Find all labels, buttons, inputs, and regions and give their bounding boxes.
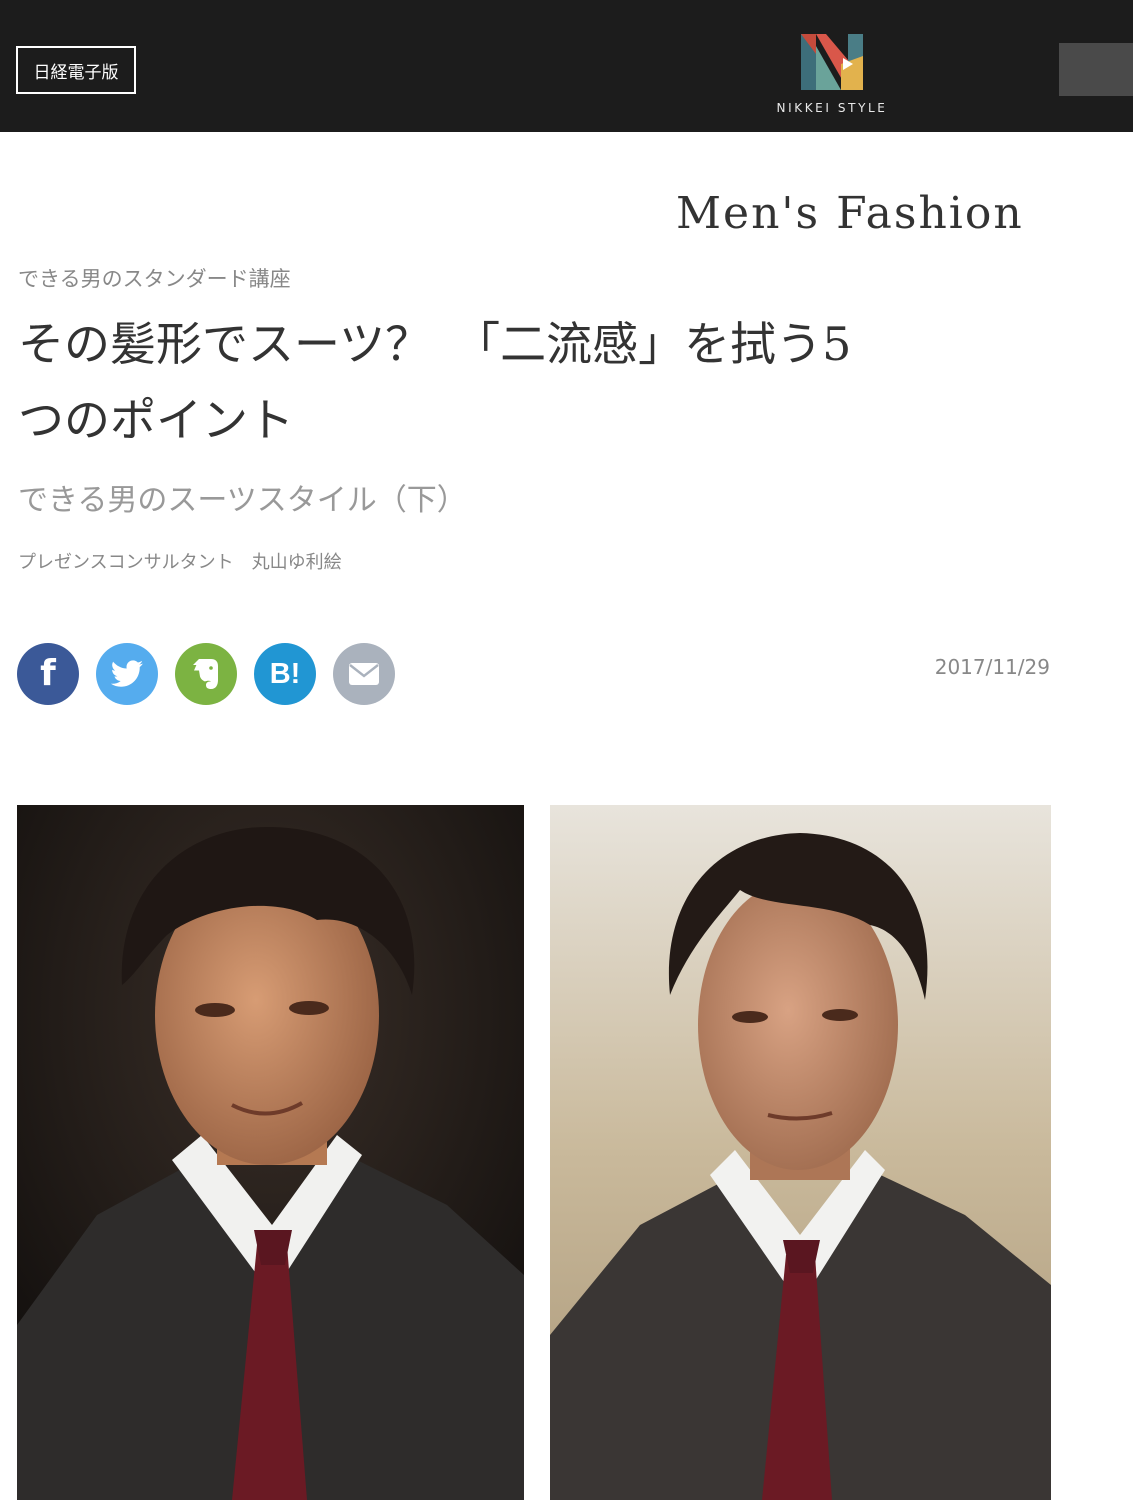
man-portrait-after-image	[550, 805, 1051, 1500]
site-header: 日経電子版 NIKKEI STYLE	[0, 0, 1133, 132]
twitter-share-button[interactable]	[96, 643, 158, 705]
series-link[interactable]: できる男のスタンダード講座	[18, 263, 291, 293]
section-label: Men's Fashion	[676, 188, 1024, 239]
hatena-bookmark-icon: B!	[269, 657, 301, 690]
facebook-icon: f	[40, 653, 56, 694]
evernote-share-button[interactable]	[175, 643, 237, 705]
nikkei-edition-button[interactable]: 日経電子版	[16, 46, 136, 94]
menu-button[interactable]	[1059, 43, 1133, 96]
mail-share-button[interactable]	[333, 643, 395, 705]
man-portrait-before-image	[17, 805, 524, 1500]
after-photo	[550, 805, 1051, 1500]
hatena-bookmark-share-button[interactable]: B!	[254, 643, 316, 705]
publish-date: 2017/11/29	[934, 655, 1050, 679]
nikkei-n-logo-icon	[801, 34, 863, 90]
mail-icon	[349, 663, 379, 685]
before-photo	[17, 805, 524, 1500]
article-title: その髪形でスーツ？ 「二流感」を拭う5 つのポイント	[18, 317, 852, 447]
article-subtitle: できる男のスーツスタイル（下）	[18, 483, 467, 518]
nikkei-style-logo[interactable]: NIKKEI STYLE	[771, 34, 893, 118]
facebook-share-button[interactable]: f	[17, 643, 79, 705]
share-buttons: f B!	[17, 643, 395, 705]
twitter-icon	[110, 660, 143, 687]
evernote-icon	[193, 659, 218, 689]
logo-wordmark: NIKKEI STYLE	[776, 101, 888, 115]
article-author: プレゼンスコンサルタント 丸山ゆ利絵	[18, 552, 342, 573]
